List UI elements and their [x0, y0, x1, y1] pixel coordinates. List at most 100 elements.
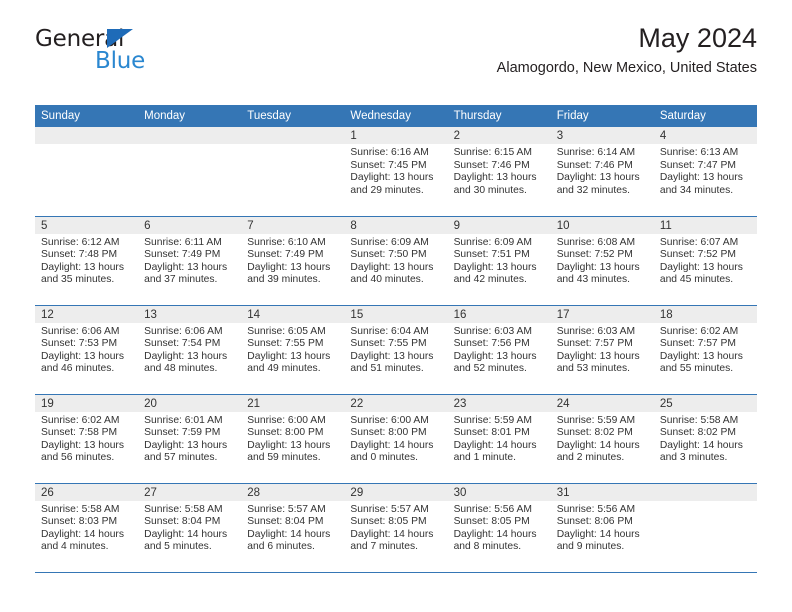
- sunset-text: Sunset: 7:52 PM: [659, 249, 736, 261]
- calendar-day-cell[interactable]: 8 Sunrise: 6:09 AM Sunset: 7:50 PM Daylight…: [344, 216, 448, 306]
- calendar-day-cell[interactable]: 25 Sunrise: 5:58 AM Sunset: 8:02 PM Dayligh…: [653, 394, 757, 484]
- sunrise-text: Sunrise: 5:59 AM: [556, 414, 636, 426]
- day-cell-inner: 14 Sunrise: 6:05 AM Sunset: 7:55 PM Dayligh…: [241, 305, 345, 394]
- calendar-day-cell[interactable]: 27 Sunrise: 5:58 AM Sunset: 8:04 PM Dayligh…: [138, 483, 242, 573]
- day-number: [241, 127, 345, 144]
- calendar-day-cell[interactable]: 20 Sunrise: 6:01 AM Sunset: 7:59 PM Dayligh…: [138, 394, 242, 484]
- day-cell-inner: 29 Sunrise: 5:57 AM Sunset: 8:05 PM Dayligh…: [344, 483, 448, 572]
- calendar-day-cell[interactable]: 10 Sunrise: 6:08 AM Sunset: 7:52 PM Dayligh…: [550, 216, 654, 306]
- daylight-text: Daylight: 13 hours and 32 minutes.: [556, 172, 640, 196]
- day-details: Sunrise: 6:06 AM Sunset: 7:54 PM Daylight:…: [138, 323, 241, 376]
- calendar-day-cell[interactable]: 12 Sunrise: 6:06 AM Sunset: 7:53 PM Dayligh…: [35, 305, 139, 395]
- sunrise-text: Sunrise: 6:00 AM: [350, 414, 429, 426]
- sunrise-text: Sunrise: 5:58 AM: [659, 414, 739, 426]
- day-details: Sunrise: 6:05 AM Sunset: 7:55 PM Daylight:…: [241, 323, 344, 376]
- weekday-header-cell: Monday: [138, 105, 242, 127]
- calendar-day-cell[interactable]: 13 Sunrise: 6:06 AM Sunset: 7:54 PM Dayligh…: [138, 305, 242, 395]
- day-number: 18: [653, 305, 757, 323]
- calendar-day-cell[interactable]: 29 Sunrise: 5:57 AM Sunset: 8:05 PM Dayligh…: [344, 483, 448, 573]
- daylight-text: Daylight: 13 hours and 52 minutes.: [453, 350, 537, 375]
- calendar-day-cell[interactable]: 31 Sunrise: 5:56 AM Sunset: 8:06 PM Dayligh…: [550, 483, 654, 573]
- calendar-day-cell[interactable]: 26 Sunrise: 5:58 AM Sunset: 8:03 PM Dayligh…: [35, 483, 139, 573]
- day-cell-inner: 27 Sunrise: 5:58 AM Sunset: 8:04 PM Dayligh…: [138, 483, 242, 572]
- calendar-day-cell[interactable]: 23 Sunrise: 5:59 AM Sunset: 8:01 PM Dayligh…: [447, 394, 551, 484]
- day-cell-inner: 31 Sunrise: 5:56 AM Sunset: 8:06 PM Dayligh…: [550, 483, 654, 572]
- day-number: 31: [550, 483, 654, 501]
- sunset-text: Sunset: 7:57 PM: [659, 338, 736, 350]
- general-blue-logo: General Blue: [35, 26, 255, 80]
- sunset-text: Sunset: 7:51 PM: [453, 249, 530, 261]
- sunrise-text: Sunrise: 5:58 AM: [41, 503, 120, 515]
- day-cell-inner: [35, 127, 139, 215]
- daylight-text: Daylight: 13 hours and 37 minutes.: [144, 261, 228, 286]
- day-details: Sunrise: 5:58 AM Sunset: 8:04 PM Daylight:…: [138, 501, 241, 554]
- sunrise-text: Sunrise: 6:06 AM: [144, 325, 223, 337]
- calendar-day-cell[interactable]: 28 Sunrise: 5:57 AM Sunset: 8:04 PM Dayligh…: [241, 483, 345, 573]
- calendar-day-cell[interactable]: 9 Sunrise: 6:09 AM Sunset: 7:51 PM Daylight…: [447, 216, 551, 306]
- daylight-text: Daylight: 13 hours and 46 minutes.: [41, 350, 124, 375]
- day-number: [35, 127, 139, 144]
- daylight-text: Daylight: 13 hours and 30 minutes.: [453, 172, 537, 196]
- triangle-icon: [107, 29, 133, 48]
- sunrise-text: Sunrise: 6:03 AM: [556, 325, 636, 337]
- day-number: 6: [138, 216, 242, 234]
- calendar-day-cell[interactable]: 19 Sunrise: 6:02 AM Sunset: 7:58 PM Dayligh…: [35, 394, 139, 484]
- day-details: Sunrise: 6:00 AM Sunset: 8:00 PM Daylight:…: [241, 412, 344, 465]
- day-cell-inner: 19 Sunrise: 6:02 AM Sunset: 7:58 PM Dayligh…: [35, 394, 139, 483]
- day-number: 3: [550, 127, 654, 144]
- calendar-day-cell[interactable]: 15 Sunrise: 6:04 AM Sunset: 7:55 PM Dayligh…: [344, 305, 448, 395]
- sunrise-text: Sunrise: 6:06 AM: [41, 325, 120, 337]
- day-cell-inner: 30 Sunrise: 5:56 AM Sunset: 8:05 PM Dayligh…: [447, 483, 551, 572]
- calendar-day-cell[interactable]: 4 Sunrise: 6:13 AM Sunset: 7:47 PM Daylight…: [653, 127, 757, 217]
- calendar-day-cell[interactable]: 5 Sunrise: 6:12 AM Sunset: 7:48 PM Daylight…: [35, 216, 139, 306]
- day-number: 20: [138, 394, 242, 412]
- sunrise-text: Sunrise: 6:15 AM: [453, 147, 532, 158]
- page-header: General Blue May 2024 Alamogordo, New Me…: [35, 0, 757, 76]
- calendar-day-cell[interactable]: 24 Sunrise: 5:59 AM Sunset: 8:02 PM Dayligh…: [550, 394, 654, 484]
- calendar-day-cell[interactable]: 16 Sunrise: 6:03 AM Sunset: 7:56 PM Dayligh…: [447, 305, 551, 395]
- sunrise-text: Sunrise: 6:03 AM: [453, 325, 532, 337]
- calendar-day-cell[interactable]: 3 Sunrise: 6:14 AM Sunset: 7:46 PM Daylight…: [550, 127, 654, 217]
- calendar-body: 1 Sunrise: 6:16 AM Sunset: 7:45 PM Daylight…: [35, 127, 757, 573]
- sunrise-text: Sunrise: 5:57 AM: [247, 503, 326, 515]
- day-details: Sunrise: 6:14 AM Sunset: 7:46 PM Daylight:…: [551, 144, 654, 197]
- calendar-day-cell[interactable]: 1 Sunrise: 6:16 AM Sunset: 7:45 PM Daylight…: [344, 127, 448, 217]
- calendar-day-cell[interactable]: 7 Sunrise: 6:10 AM Sunset: 7:49 PM Daylight…: [241, 216, 345, 306]
- title-block: May 2024 Alamogordo, New Mexico, United …: [497, 22, 757, 77]
- day-number: 17: [550, 305, 654, 323]
- calendar-page: General Blue May 2024 Alamogordo, New Me…: [0, 0, 792, 612]
- daylight-text: Daylight: 14 hours and 3 minutes.: [659, 439, 743, 464]
- day-cell-inner: 26 Sunrise: 5:58 AM Sunset: 8:03 PM Dayligh…: [35, 483, 139, 572]
- day-cell-inner: 4 Sunrise: 6:13 AM Sunset: 7:47 PM Daylight…: [653, 127, 757, 215]
- sunrise-text: Sunrise: 6:10 AM: [247, 236, 326, 248]
- day-cell-inner: 22 Sunrise: 6:00 AM Sunset: 8:00 PM Dayligh…: [344, 394, 448, 483]
- sunset-text: Sunset: 8:00 PM: [247, 427, 324, 439]
- calendar-day-cell[interactable]: 30 Sunrise: 5:56 AM Sunset: 8:05 PM Dayligh…: [447, 483, 551, 573]
- calendar-day-cell-empty: [653, 483, 757, 573]
- calendar-day-cell[interactable]: 11 Sunrise: 6:07 AM Sunset: 7:52 PM Dayligh…: [653, 216, 757, 306]
- calendar-day-cell[interactable]: 22 Sunrise: 6:00 AM Sunset: 8:00 PM Dayligh…: [344, 394, 448, 484]
- sunset-text: Sunset: 8:05 PM: [453, 516, 530, 528]
- daylight-text: Daylight: 13 hours and 49 minutes.: [247, 350, 331, 375]
- sunset-text: Sunset: 7:57 PM: [556, 338, 633, 350]
- day-cell-inner: [653, 483, 757, 572]
- calendar-day-cell[interactable]: 2 Sunrise: 6:15 AM Sunset: 7:46 PM Daylight…: [447, 127, 551, 217]
- day-details: Sunrise: 6:15 AM Sunset: 7:46 PM Daylight:…: [448, 144, 551, 197]
- day-cell-inner: [241, 127, 345, 215]
- calendar-day-cell[interactable]: 14 Sunrise: 6:05 AM Sunset: 7:55 PM Dayligh…: [241, 305, 345, 395]
- calendar-day-cell[interactable]: 17 Sunrise: 6:03 AM Sunset: 7:57 PM Dayligh…: [550, 305, 654, 395]
- sunset-text: Sunset: 8:04 PM: [247, 516, 324, 528]
- sunrise-text: Sunrise: 6:04 AM: [350, 325, 429, 337]
- daylight-text: Daylight: 13 hours and 59 minutes.: [247, 439, 331, 464]
- day-number: 11: [653, 216, 757, 234]
- calendar-day-cell[interactable]: 21 Sunrise: 6:00 AM Sunset: 8:00 PM Dayligh…: [241, 394, 345, 484]
- day-details: Sunrise: 5:57 AM Sunset: 8:04 PM Daylight:…: [241, 501, 344, 554]
- daylight-text: Daylight: 14 hours and 7 minutes.: [350, 528, 434, 553]
- weekday-header-cell: Friday: [550, 105, 654, 127]
- day-details: Sunrise: 6:03 AM Sunset: 7:56 PM Daylight:…: [448, 323, 551, 376]
- calendar-day-cell[interactable]: 18 Sunrise: 6:02 AM Sunset: 7:57 PM Dayligh…: [653, 305, 757, 395]
- calendar-day-cell[interactable]: 6 Sunrise: 6:11 AM Sunset: 7:49 PM Daylight…: [138, 216, 242, 306]
- day-number: 9: [447, 216, 551, 234]
- day-cell-inner: 21 Sunrise: 6:00 AM Sunset: 8:00 PM Dayligh…: [241, 394, 345, 483]
- sunrise-text: Sunrise: 6:13 AM: [659, 147, 739, 158]
